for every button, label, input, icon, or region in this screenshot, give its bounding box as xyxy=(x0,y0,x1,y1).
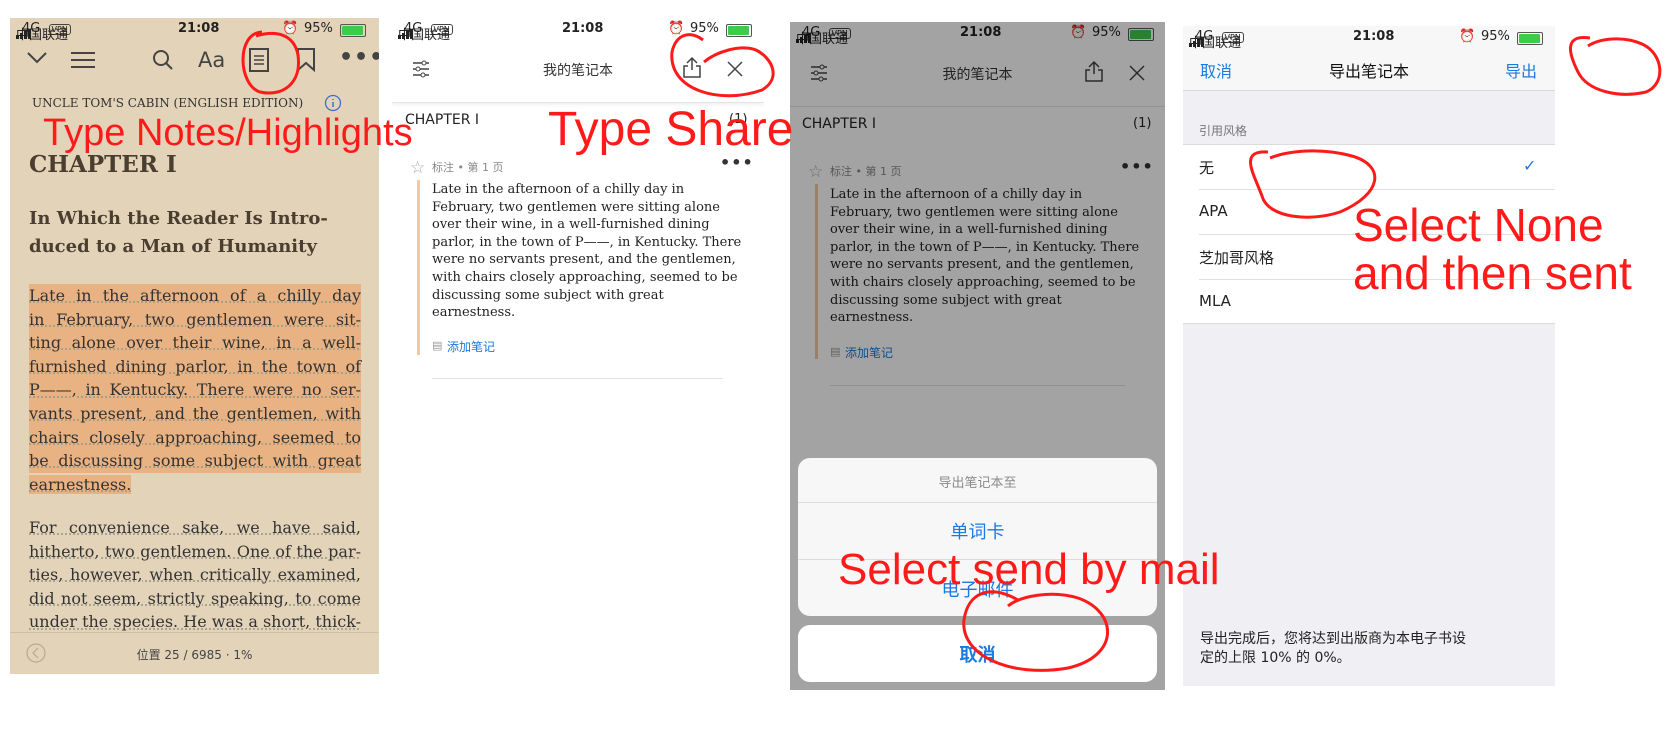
export-button[interactable]: 导出 xyxy=(1505,58,1537,82)
passage-line: vants present, and the gentlemen, with xyxy=(29,401,361,426)
chapter-heading: CHAPTER I xyxy=(29,151,177,178)
annotation-send-mail: Select send by mail xyxy=(838,545,1220,594)
status-bar: 中国联通 4G VPN 21:08 ⏰ 95% xyxy=(1183,26,1555,51)
more-icon[interactable]: ••• xyxy=(339,45,379,70)
annotation-share: Type Share xyxy=(548,103,794,156)
note-line: Late in the afternoon of a chilly day in xyxy=(432,182,685,197)
location-indicator: 位置 25 / 6985 · 1% xyxy=(136,648,253,662)
sheet-cancel-label: 取消 xyxy=(959,645,996,666)
body-line: did not seem, strictly speaking, to come xyxy=(29,588,361,608)
note-line: February, two gentlemen were sitting alo… xyxy=(432,199,720,215)
footer-note: 导出完成后，您将达到出版商为本电子书设 定的上限 10% 的 0%。 xyxy=(1200,630,1466,668)
clock: 21:08 xyxy=(1353,29,1395,44)
share-icon[interactable] xyxy=(682,56,702,82)
battery-icon xyxy=(1517,32,1543,45)
nav-title: 导出笔记本 xyxy=(1328,62,1409,81)
annotation-notes-highlights: Type Notes/Highlights xyxy=(43,112,413,154)
alarm-icon: ⏰ xyxy=(668,21,685,36)
annotation-select-none-2: and then sent xyxy=(1353,247,1632,299)
sheet-cancel-button[interactable]: 取消 xyxy=(798,625,1157,682)
divider xyxy=(432,378,723,379)
clock: 21:08 xyxy=(178,21,220,36)
close-icon[interactable] xyxy=(726,60,744,82)
body-line: hitherto, two gentlemen. One of the par- xyxy=(29,541,361,561)
note-line: earnestness. xyxy=(432,305,516,321)
note-line: with chairs closely approaching, seemed … xyxy=(432,269,738,285)
alarm-icon: ⏰ xyxy=(282,21,299,36)
notebook-icon[interactable] xyxy=(249,48,269,76)
status-bar: 中国联通 4G VPN 21:08 ⏰ 95% xyxy=(392,18,764,43)
add-note-link[interactable]: 添加笔记 xyxy=(447,338,495,355)
note-line: over their wine, in a well-furnished din… xyxy=(432,217,710,233)
export-notebook-screen: 中国联通 4G VPN 21:08 ⏰ 95% 取消 导出笔记本 导出 引用风格… xyxy=(1183,26,1555,686)
passage-line: P——, in Kentucky. There were no ser- xyxy=(29,378,361,402)
note-meta: 标注 • 第 1 页 xyxy=(432,161,504,174)
passage-line: in February, two gentlemen were sit- xyxy=(29,307,361,332)
divider xyxy=(798,502,1157,503)
battery-percent: 95% xyxy=(1481,29,1510,44)
body-paragraph: For convenience sake, we have said, hith… xyxy=(29,516,361,634)
footer-line: 导出完成后，您将达到出版商为本电子书设 xyxy=(1200,631,1466,647)
footer-line: 定的上限 10% 的 0%。 xyxy=(1200,650,1351,666)
option-label: 芝加哥风格 xyxy=(1199,249,1275,267)
note-highlight-bar xyxy=(417,180,420,355)
carrier: 中国联通 xyxy=(16,28,69,43)
passage-line: furnished dining parlor, in the town of xyxy=(29,354,361,379)
annotation-select-none-1: Select None xyxy=(1353,199,1604,251)
battery-icon xyxy=(340,24,366,37)
body-line: under the species. He was a short, thick… xyxy=(29,612,361,632)
chapter-label: CHAPTER I xyxy=(405,112,480,128)
passage-line: chairs closely approaching, seemed to xyxy=(29,425,361,450)
add-note-icon[interactable]: ▤ xyxy=(432,339,442,352)
checkmark-icon: ✓ xyxy=(1523,156,1537,175)
bookmark-icon[interactable] xyxy=(296,48,316,76)
clock: 21:08 xyxy=(562,21,604,36)
sheet-title: 导出笔记本至 xyxy=(938,476,1017,491)
note-line: discussing some subject with great xyxy=(432,287,664,303)
chapter-subtitle-2: duced to a Man of Humanity xyxy=(29,236,317,257)
battery-percent: 95% xyxy=(304,21,333,36)
option-label: MLA xyxy=(1199,292,1231,310)
note-line: parlor, in the town of P——, in Kentucky.… xyxy=(432,234,742,250)
note-text: Late in the afternoon of a chilly day in… xyxy=(432,181,752,322)
body-line: For convenience sake, we have said, xyxy=(29,518,361,537)
passage-line: earnestness. xyxy=(29,474,132,494)
battery-icon xyxy=(726,24,752,37)
option-label: APA xyxy=(1199,202,1228,220)
alarm-icon: ⏰ xyxy=(1459,29,1476,44)
note-line: were no servants present, and the gentle… xyxy=(432,252,736,268)
chapter-subtitle-1: In Which the Reader Is Intro- xyxy=(29,208,328,229)
menu-icon[interactable] xyxy=(70,51,96,73)
battery-percent: 95% xyxy=(690,21,719,36)
chevron-down-icon[interactable] xyxy=(26,50,48,70)
body-line: ties, however, when critically examined, xyxy=(29,565,361,585)
carrier: 中国联通 xyxy=(1189,36,1242,51)
passage-line: Late in the afternoon of a chilly day xyxy=(29,284,361,308)
font-button[interactable]: Aa xyxy=(198,48,225,72)
search-icon[interactable] xyxy=(152,49,174,75)
passage-line: ting alone over their wine, in a well- xyxy=(29,331,361,355)
option-none[interactable]: 无 ✓ xyxy=(1183,145,1555,189)
star-icon[interactable]: ☆ xyxy=(410,158,425,178)
flashcards-option[interactable]: 单词卡 xyxy=(798,518,1157,544)
status-bar: 中国联通 4G VPN 21:08 ⏰ 95% xyxy=(10,18,379,43)
section-label: 引用风格 xyxy=(1199,124,1248,138)
passage-line: be discussing some subject with great xyxy=(29,449,361,473)
book-title: UNCLE TOM'S CABIN (ENGLISH EDITION) xyxy=(32,96,304,110)
highlighted-passage[interactable]: Late in the afternoon of a chilly day in… xyxy=(29,284,361,496)
option-label: 无 xyxy=(1199,159,1215,177)
circle-export-button xyxy=(1568,36,1662,96)
nav-title: 我的笔记本 xyxy=(543,63,613,79)
